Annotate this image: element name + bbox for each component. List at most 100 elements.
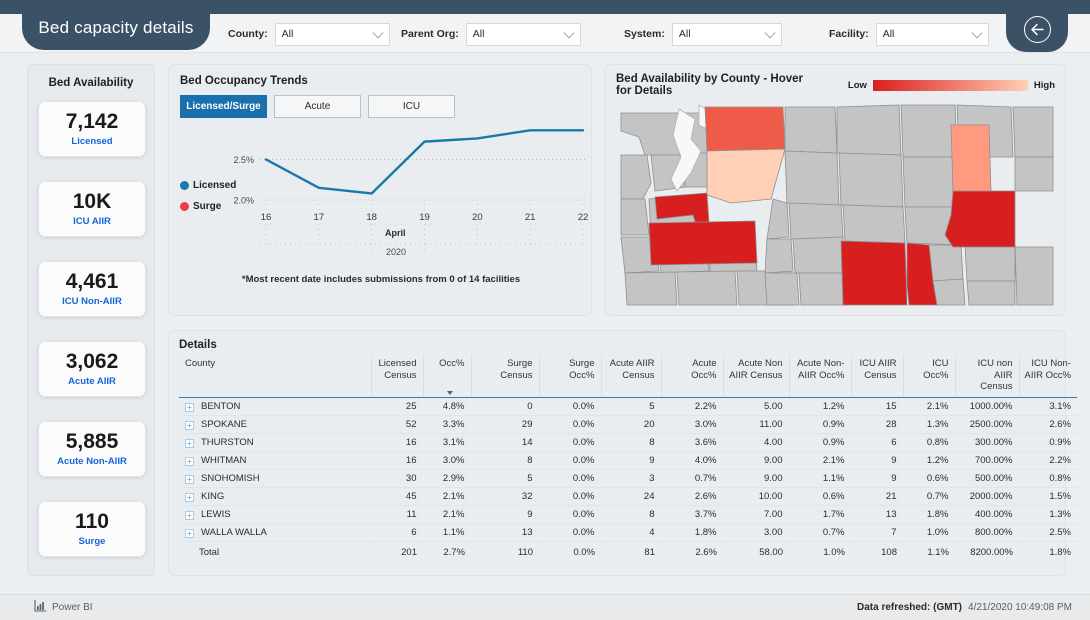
legend-dot-icon bbox=[180, 181, 189, 190]
kpi-value: 4,461 bbox=[65, 269, 119, 293]
col-icu-occ[interactable]: ICU Occ% bbox=[902, 355, 955, 398]
expand-row-icon[interactable]: + bbox=[185, 438, 194, 448]
cell-icu-non-aiir-census: 500.00% bbox=[954, 469, 1019, 488]
cell-county: + THURSTON bbox=[179, 433, 371, 452]
filter-facility-dropdown[interactable]: All bbox=[875, 22, 989, 46]
cell-licensed-census: 16 bbox=[370, 451, 423, 470]
filter-county[interactable]: County: All bbox=[228, 22, 390, 46]
cell-county: + BENTON bbox=[179, 397, 371, 416]
col-icu-non-aiir-occ[interactable]: ICU Non-AIIR Occ% bbox=[1018, 355, 1077, 398]
cell-icu-occ: 1.0% bbox=[902, 523, 955, 542]
power-bi-label: Power BI bbox=[52, 602, 93, 613]
kpi-card-licensed[interactable]: 7,142 Licensed bbox=[38, 101, 146, 157]
total-cell-licensed-census: 201 bbox=[401, 546, 417, 558]
filter-parent-org-dropdown[interactable]: All bbox=[465, 22, 581, 46]
kpi-card-acute-aiir[interactable]: 3,062 Acute AIIR bbox=[38, 341, 146, 397]
col-acute-aiir-census[interactable]: Acute AIIR Census bbox=[600, 355, 661, 398]
expand-row-icon[interactable]: + bbox=[185, 456, 194, 466]
table-row[interactable]: + SNOHOMISH 30 2.9% 5 0.0% 3 0.7% 9.00 1.1% 9 0.6% 5… bbox=[179, 469, 1077, 488]
back-button[interactable] bbox=[1006, 6, 1068, 52]
table-row[interactable]: + LEWIS 11 2.1% 9 0.0% 8 3.7% 7.00 1.7% 13 1.8% 400.… bbox=[179, 505, 1077, 524]
table-row[interactable]: + KING 45 2.1% 32 0.0% 24 2.6% 10.00 0.6% 21 0.7% 20… bbox=[179, 487, 1077, 506]
county-choropleth-map[interactable] bbox=[615, 95, 1057, 307]
filter-facility[interactable]: Facility: All bbox=[829, 22, 989, 46]
cell-licensed-census: 25 bbox=[370, 397, 423, 416]
cell-acute-non-aiir-census: 4.00 bbox=[722, 433, 789, 452]
county-name: KING bbox=[201, 490, 225, 502]
expand-row-icon[interactable]: + bbox=[185, 492, 194, 502]
col-surge-occ[interactable]: Surge Occ% bbox=[538, 355, 601, 398]
cell-icu-aiir-census: 6 bbox=[850, 433, 903, 452]
col-county[interactable]: County bbox=[179, 355, 371, 398]
table-row[interactable]: + THURSTON 16 3.1% 14 0.0% 8 3.6% 4.00 0.9% 6 0.8% 3… bbox=[179, 433, 1077, 452]
map-canvas[interactable] bbox=[615, 95, 1057, 307]
cell-county: + SPOKANE bbox=[179, 415, 371, 434]
power-bi-brand[interactable]: Power BI bbox=[34, 599, 93, 617]
cell-surge-census: 9 bbox=[470, 505, 539, 524]
bed-occupancy-trends-panel: Bed Occupancy Trends Licensed/Surge Acut… bbox=[168, 64, 592, 316]
kpi-value: 5,885 bbox=[65, 429, 119, 453]
col-occ[interactable]: Occ% bbox=[422, 355, 471, 398]
series-line-licensed bbox=[264, 129, 585, 195]
cell-acute-aiir-census: 5 bbox=[600, 397, 661, 416]
legend-licensed-label: Licensed bbox=[193, 180, 237, 191]
county-name: LEWIS bbox=[201, 508, 231, 520]
kpi-card-surge[interactable]: 110 Surge bbox=[38, 501, 146, 557]
filter-county-dropdown[interactable]: All bbox=[274, 22, 390, 46]
total-cell-county: Total bbox=[199, 546, 220, 558]
expand-row-icon[interactable]: + bbox=[185, 528, 194, 538]
legend-surge[interactable]: Surge bbox=[180, 201, 221, 212]
kpi-label: Acute Non-AIIR bbox=[57, 456, 127, 468]
table-row[interactable]: + WHITMAN 16 3.0% 8 0.0% 9 4.0% 9.00 2.1% 9 1.2% 700… bbox=[179, 451, 1077, 470]
filter-parent-org[interactable]: Parent Org: All bbox=[401, 22, 581, 46]
tab-acute[interactable]: Acute bbox=[274, 95, 361, 118]
cell-county: + SNOHOMISH bbox=[179, 469, 371, 488]
axis-year-label: 2020 bbox=[386, 247, 407, 257]
cell-acute-occ: 2.6% bbox=[660, 487, 723, 506]
col-icu-aiir-census[interactable]: ICU AIIR Census bbox=[850, 355, 903, 398]
cell-acute-occ: 3.7% bbox=[660, 505, 723, 524]
table-row[interactable]: + BENTON 25 4.8% 0 0.0% 5 2.2% 5.00 1.2% 15 2.1% 100… bbox=[179, 397, 1077, 416]
map-header: Bed Availability by County - Hover for D… bbox=[605, 65, 1065, 97]
cell-occ: 2.9% bbox=[422, 469, 471, 488]
col-acute-occ[interactable]: Acute Occ% bbox=[660, 355, 723, 398]
tab-licensed-surge[interactable]: Licensed/Surge bbox=[180, 95, 267, 118]
details-title: Details bbox=[179, 339, 217, 351]
kpi-card-icu-non-aiir[interactable]: 4,461 ICU Non-AIIR bbox=[38, 261, 146, 317]
expand-row-icon[interactable]: + bbox=[185, 510, 194, 520]
col-icu-non-aiir-census[interactable]: ICU non AIIR Census bbox=[954, 355, 1019, 398]
col-acute-non-aiir-census[interactable]: Acute Non AIIR Census bbox=[722, 355, 789, 398]
axis-month-label: April bbox=[385, 228, 406, 238]
col-surge-census[interactable]: Surge Census bbox=[470, 355, 539, 398]
total-cell-acute-occ: 2.6% bbox=[695, 546, 717, 558]
cell-occ: 4.8% bbox=[422, 397, 471, 416]
cell-icu-non-aiir-census: 2000.00% bbox=[954, 487, 1019, 506]
cell-acute-non-aiir-census: 7.00 bbox=[722, 505, 789, 524]
county-name: SPOKANE bbox=[201, 418, 247, 430]
county-name: SNOHOMISH bbox=[201, 472, 260, 484]
table-row[interactable]: + SPOKANE 52 3.3% 29 0.0% 20 3.0% 11.00 0.9% 28 1.3… bbox=[179, 415, 1077, 434]
cell-icu-non-aiir-occ: 2.2% bbox=[1018, 451, 1077, 470]
cell-icu-aiir-census: 28 bbox=[850, 415, 903, 434]
kpi-label: Acute AIIR bbox=[68, 376, 116, 388]
table-row[interactable]: + WALLA WALLA 6 1.1% 13 0.0% 4 1.8% 3.00 0.7% 7 1.0… bbox=[179, 523, 1077, 542]
tab-icu[interactable]: ICU bbox=[368, 95, 455, 118]
kpi-value: 110 bbox=[75, 509, 109, 533]
col-licensed-census[interactable]: Licensed Census bbox=[370, 355, 423, 398]
cell-acute-non-aiir-occ: 0.7% bbox=[788, 523, 851, 542]
legend-licensed[interactable]: Licensed bbox=[180, 180, 236, 191]
cell-icu-non-aiir-census: 400.00% bbox=[954, 505, 1019, 524]
power-bi-icon bbox=[34, 599, 47, 617]
filter-system[interactable]: System: All bbox=[624, 22, 782, 46]
kpi-card-acute-non-aiir[interactable]: 5,885 Acute Non-AIIR bbox=[38, 421, 146, 477]
x-tick-label: 17 bbox=[314, 212, 325, 223]
expand-row-icon[interactable]: + bbox=[185, 420, 194, 430]
cell-occ: 3.3% bbox=[422, 415, 471, 434]
col-acute-non-aiir-occ[interactable]: Acute Non-AIIR Occ% bbox=[788, 355, 851, 398]
x-tick-label: 18 bbox=[366, 212, 377, 223]
expand-row-icon[interactable]: + bbox=[185, 474, 194, 484]
cell-icu-non-aiir-occ: 0.9% bbox=[1018, 433, 1077, 452]
filter-system-dropdown[interactable]: All bbox=[671, 22, 782, 46]
expand-row-icon[interactable]: + bbox=[185, 402, 194, 412]
kpi-card-icu-aiir[interactable]: 10K ICU AIIR bbox=[38, 181, 146, 237]
